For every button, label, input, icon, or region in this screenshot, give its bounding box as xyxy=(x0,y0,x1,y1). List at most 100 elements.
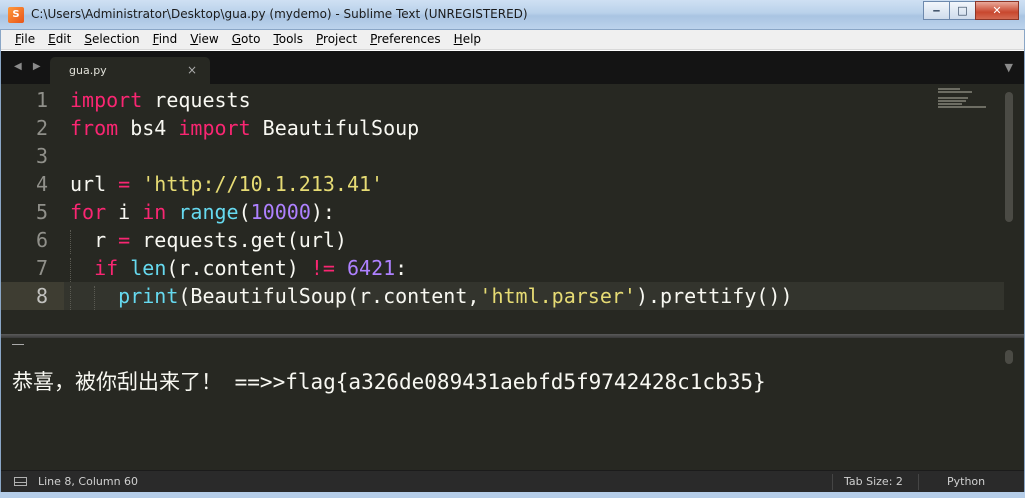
output-scroll-marker xyxy=(12,344,24,345)
close-button[interactable]: ✕ xyxy=(975,1,1019,20)
build-output-text: 恭喜，被你刮出来了！ ==>>flag{a326de089431aebfd5f9… xyxy=(12,370,766,394)
code-token: for xyxy=(70,200,107,224)
menu-label-rest: ools xyxy=(278,32,304,46)
menu-item-find[interactable]: Find xyxy=(146,30,184,49)
minimize-button[interactable]: ‒ xyxy=(923,1,950,20)
code-token: (r.content) xyxy=(166,256,311,280)
code-token: len xyxy=(130,256,167,280)
menu-label-rest: dit xyxy=(55,32,72,46)
window-controls: ‒ □ ✕ xyxy=(923,1,1019,20)
code-token: 'http://10.1.213.41' xyxy=(142,172,384,196)
code-token: if xyxy=(94,256,119,280)
menu-item-tools[interactable]: Tools xyxy=(266,30,309,49)
tab-dropdown-icon[interactable]: ▼ xyxy=(1005,61,1013,74)
code-token: 6421 xyxy=(347,256,396,280)
maximize-button[interactable]: □ xyxy=(949,1,976,20)
code-token: requests xyxy=(142,88,251,112)
menu-mnemonic: E xyxy=(48,32,56,46)
menu-item-project[interactable]: Project xyxy=(309,30,363,49)
menu-bar: File Edit Selection Find View Goto Tools Projec… xyxy=(0,30,1025,50)
minimap-line xyxy=(938,88,960,90)
tab-gua-py[interactable]: gua.py × xyxy=(50,57,210,84)
code-token: url xyxy=(70,172,119,196)
code-line: from bs4 import BeautifulSoup xyxy=(70,114,793,142)
window-title-bar[interactable]: S C:\Users\Administrator\Desktop\gua.py … xyxy=(0,0,1025,30)
code-token: import xyxy=(178,116,251,140)
build-output-panel[interactable]: 恭喜，被你刮出来了！ ==>>flag{a326de089431aebfd5f9… xyxy=(0,338,1025,470)
tab-nav-arrows-icon[interactable]: ◀ ▶ xyxy=(14,61,45,72)
line-number-gutter: 1 2 3 4 5 6 7 8 xyxy=(0,84,64,334)
cursor-position: Line 8, Column 60 xyxy=(38,475,139,488)
code-token: ( xyxy=(238,200,251,224)
window-frame-left xyxy=(0,30,1,492)
code-token: 'html.parser' xyxy=(479,284,636,308)
code-token: r xyxy=(70,228,119,252)
indent-guide xyxy=(70,286,71,310)
minimap[interactable] xyxy=(938,88,998,112)
output-scrollbar[interactable] xyxy=(1005,350,1013,364)
code-token: requests.get(url) xyxy=(130,228,347,252)
minimap-line xyxy=(938,106,986,108)
menu-label-rest: elp xyxy=(462,32,482,46)
code-token: (BeautifulSoup(r.content, xyxy=(178,284,480,308)
line-number: 4 xyxy=(35,172,48,196)
menu-label-rest: election xyxy=(91,32,140,46)
code-token: BeautifulSoup xyxy=(250,116,420,140)
status-separator xyxy=(918,474,919,490)
menu-label-rest: oto xyxy=(241,32,261,46)
tab-strip: ◀ ▶ gua.py × ▼ xyxy=(0,51,1025,84)
tab-close-icon[interactable]: × xyxy=(187,63,197,77)
code-token: import xyxy=(70,88,143,112)
menu-label-rest: ile xyxy=(21,32,36,46)
code-editor[interactable]: 12345678 import requests from bs4 import … xyxy=(0,84,1025,334)
line-number: 8 xyxy=(35,284,48,308)
code-area[interactable]: import requests from bs4 import Beautiful… xyxy=(70,86,793,310)
menu-mnemonic: V xyxy=(190,32,199,46)
menu-mnemonic: S xyxy=(84,32,92,46)
tab-label: gua.py xyxy=(69,64,107,77)
window-frame-bottom xyxy=(0,492,1025,498)
minimap-line xyxy=(938,91,972,93)
code-token: print xyxy=(118,284,179,308)
menu-item-view[interactable]: View xyxy=(183,30,224,49)
menu-item-selection[interactable]: Selection xyxy=(77,30,145,49)
line-number: 7 xyxy=(35,256,48,280)
minimap-line xyxy=(938,100,966,102)
tab-size-indicator[interactable]: Tab Size: 2 xyxy=(844,475,903,488)
line-number: 6 xyxy=(35,228,48,252)
line-number: 5 xyxy=(35,200,48,224)
window-title: C:\Users\Administrator\Desktop\gua.py (m… xyxy=(31,7,528,21)
code-line: for i in range(10000): xyxy=(70,198,793,226)
code-line: if len(r.content) != 6421: xyxy=(70,254,793,282)
code-token: : xyxy=(395,256,408,280)
code-token: in xyxy=(142,200,167,224)
menu-item-preferences[interactable]: Preferences xyxy=(363,30,447,49)
code-token: range xyxy=(178,200,239,224)
line-number: 1 xyxy=(35,88,48,112)
syntax-indicator[interactable]: Python xyxy=(947,475,985,488)
menu-item-edit[interactable]: Edit xyxy=(41,30,77,49)
menu-label-rest: iew xyxy=(198,32,219,46)
menu-item-goto[interactable]: Goto xyxy=(225,30,267,49)
code-token: 10000 xyxy=(250,200,311,224)
minimap-line xyxy=(938,97,968,99)
indent-guide xyxy=(94,286,96,310)
code-token: ).prettify()) xyxy=(635,284,793,308)
line-number: 2 xyxy=(35,116,48,140)
editor-scrollbar[interactable] xyxy=(1005,92,1013,222)
code-token: = xyxy=(118,228,131,252)
menu-item-file[interactable]: File xyxy=(8,30,41,49)
sublime-app-icon: S xyxy=(8,7,24,23)
menu-mnemonic: H xyxy=(453,32,463,46)
code-token: = xyxy=(118,172,131,196)
indent-guide xyxy=(70,258,71,282)
indent-guide xyxy=(70,230,71,254)
menu-item-help[interactable]: Help xyxy=(447,30,487,49)
show-panel-icon[interactable] xyxy=(14,477,27,486)
menu-label-rest: ind xyxy=(158,32,178,46)
